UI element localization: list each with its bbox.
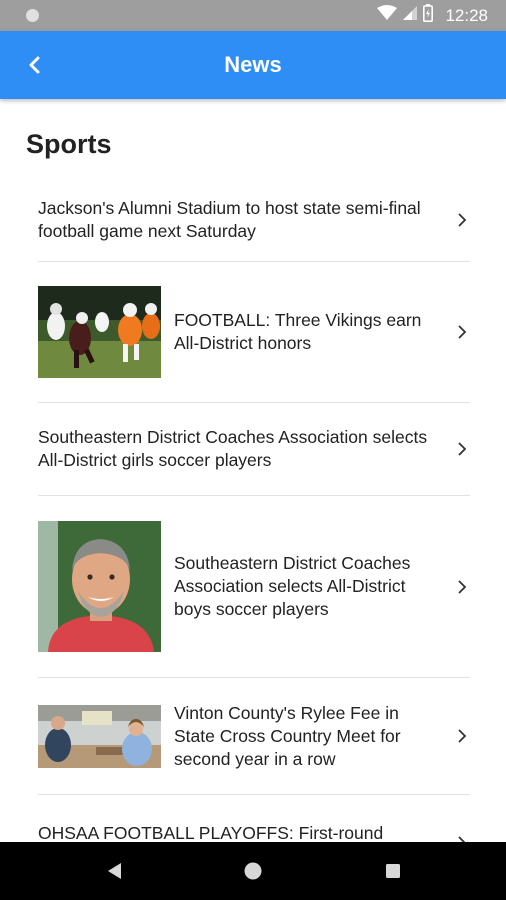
football-action-photo [38,286,161,378]
news-content: Sports Jackson's Alumni Stadium to host … [0,99,506,842]
back-triangle-icon [108,863,121,879]
article-item[interactable]: Vinton County's Rylee Fee in State Cross… [38,678,470,795]
article-thumbnail [38,286,161,378]
article-item[interactable]: Southeastern District Coaches Associatio… [38,496,470,678]
chevron-right-icon [458,836,466,842]
article-item[interactable]: Jackson's Alumni Stadium to host state s… [38,179,470,262]
home-circle-icon [244,862,262,880]
nav-recents-button[interactable] [379,857,407,885]
battery-icon [423,4,434,27]
section-title: Sports [26,129,112,159]
article-item[interactable]: FOOTBALL: Three Vikings earn All-Distric… [38,262,470,403]
recents-square-icon [386,864,400,878]
coach-portrait-photo [38,521,161,652]
nav-home-button[interactable] [239,857,267,885]
article-item[interactable]: Southeastern District Coaches Associatio… [38,403,470,496]
page-title: News [224,52,282,77]
system-nav-bar [0,842,506,900]
chevron-right-icon [458,442,467,456]
article-title: OHSAA FOOTBALL PLAYOFFS: First-round [38,823,384,842]
chevron-right-icon [458,325,467,339]
article-list: Jackson's Alumni Stadium to host state s… [38,179,470,842]
back-chevron-icon [29,56,40,74]
status-time: 12:28 [445,5,488,25]
chevron-right-icon [458,579,467,594]
article-title: FOOTBALL: Three Vikings earn All-Distric… [174,310,422,353]
status-bar: 12:28 [0,0,506,31]
chevron-right-icon [458,729,467,743]
article-title: Vinton County's Rylee Fee in State Cross… [174,702,401,769]
article-thumbnail [38,704,161,768]
chevron-right-icon [458,213,467,227]
screen: 12:28 News Sports Jackson's Alumni Stadi… [0,0,506,900]
article-title: Southeastern District Coaches Associatio… [38,427,428,470]
article-item[interactable]: OHSAA FOOTBALL PLAYOFFS: First-round [38,795,470,842]
wifi-icon [377,5,398,26]
status-icons: 12:28 [377,0,488,31]
article-title: Southeastern District Coaches Associatio… [174,553,411,619]
app-bar: News [0,31,506,99]
classroom-photo [38,704,161,768]
article-title: Jackson's Alumni Stadium to host state s… [38,198,421,241]
back-button[interactable] [14,45,54,85]
article-thumbnail [38,521,161,652]
cell-signal-icon [403,5,418,26]
notification-dot-icon [26,9,39,22]
nav-back-button[interactable] [100,857,128,885]
